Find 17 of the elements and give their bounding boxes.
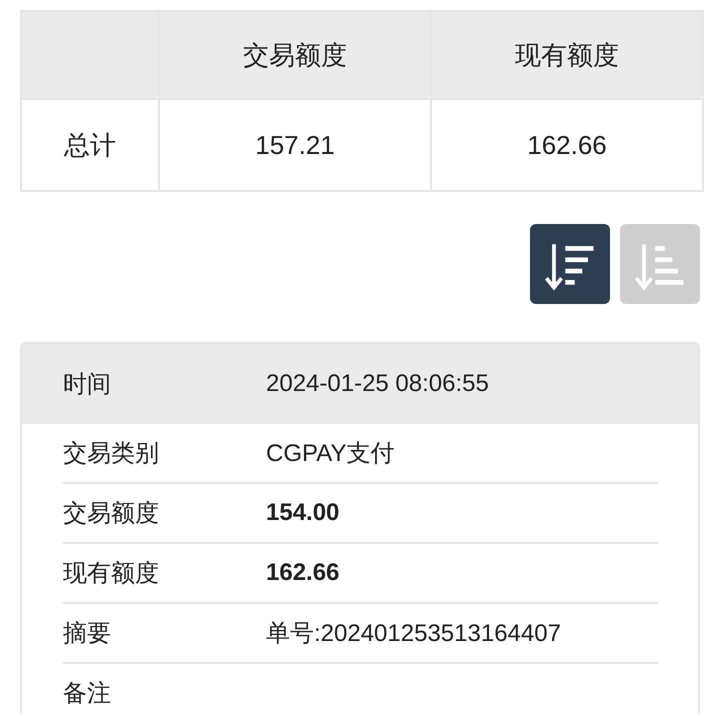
field-value: 154.00 <box>266 499 340 527</box>
table-cell: 162.66 <box>527 130 607 160</box>
field-label: 现有额度 <box>63 559 160 589</box>
field-label: 交易额度 <box>63 499 160 529</box>
field-label: 交易类别 <box>63 439 160 469</box>
table-cell: 总计 <box>64 130 116 160</box>
table-cell: 157.21 <box>255 130 335 160</box>
field-value: 单号:202401253513164407 <box>266 619 561 649</box>
field-label: 时间 <box>63 370 112 400</box>
field-value: 2024-01-25 08:06:55 <box>266 370 489 398</box>
column-header: 交易额度 <box>243 40 347 70</box>
sort-descending-button[interactable] <box>530 224 610 304</box>
field-label: 备注 <box>63 679 112 709</box>
column-header: 现有额度 <box>515 40 619 70</box>
field-value: 162.66 <box>266 559 340 587</box>
field-label: 摘要 <box>63 619 112 649</box>
field-value: CGPAY支付 <box>266 439 394 469</box>
